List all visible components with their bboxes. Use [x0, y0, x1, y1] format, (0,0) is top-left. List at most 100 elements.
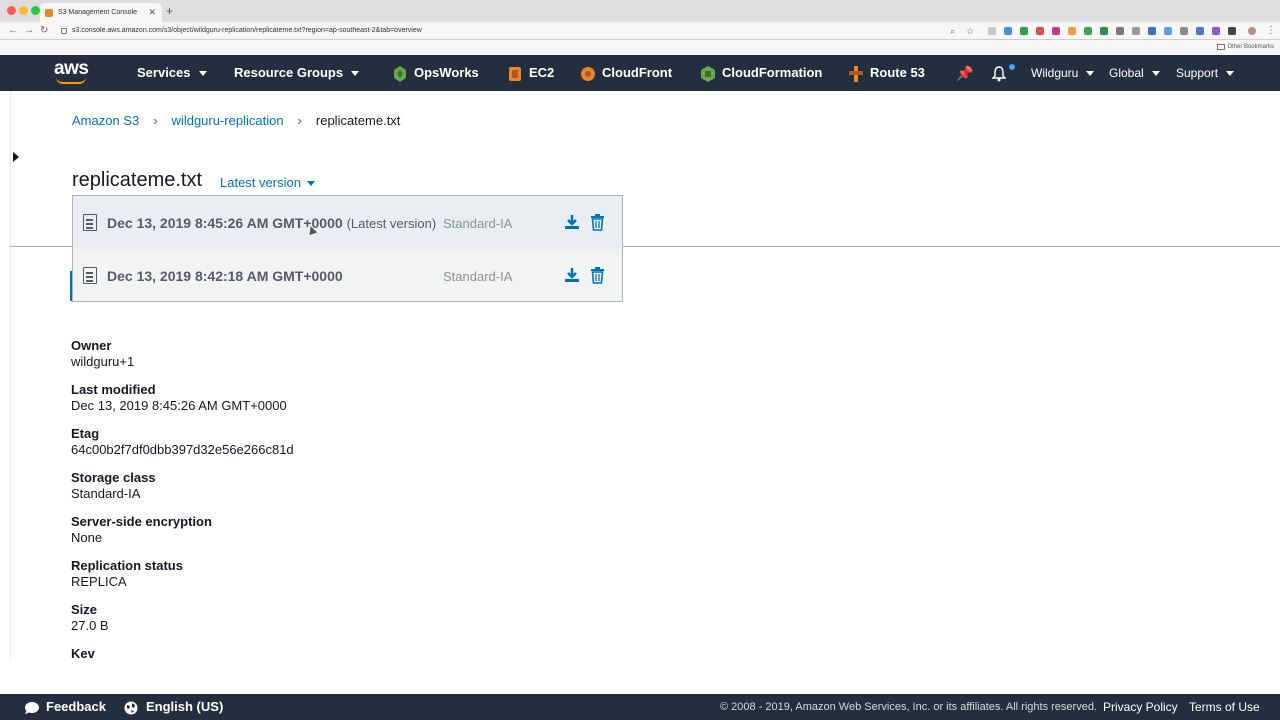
breadcrumb-bucket[interactable]: wildguru-replication [172, 113, 284, 128]
extension-icon[interactable] [1084, 27, 1092, 35]
shortcut-opsworks[interactable]: OpsWorks [392, 55, 479, 91]
extension-icon[interactable] [988, 27, 996, 35]
browser-tab[interactable]: S3 Management Console ✕ [40, 3, 162, 22]
property-label: Owner [71, 338, 112, 353]
version-date: Dec 13, 2019 8:45:26 AM GMT+0000 (Latest… [107, 215, 436, 231]
services-menu[interactable]: Services [137, 55, 207, 91]
globe-icon [124, 701, 138, 715]
s3-favicon-icon [45, 9, 53, 17]
search-icon[interactable]: ⌕ [950, 24, 955, 38]
version-selector-label: Latest version [220, 175, 301, 190]
chevron-down-icon [1151, 71, 1160, 77]
pin-icon[interactable]: 📌 [956, 55, 973, 91]
extension-icon[interactable] [1132, 27, 1140, 35]
extension-icon[interactable] [1068, 27, 1076, 35]
opsworks-icon [394, 65, 406, 82]
minimize-window-button[interactable] [19, 6, 28, 15]
other-bookmarks[interactable]: Other Bookmarks [1217, 43, 1274, 52]
page-title: replicateme.txt [72, 169, 203, 191]
property-size: Size 27.0 B [71, 602, 109, 633]
property-value: 27.0 B [71, 618, 109, 633]
shortcut-ec2[interactable]: EC2 [507, 55, 554, 91]
cloudformation-icon [701, 65, 715, 82]
feedback-link[interactable]: Feedback [24, 694, 106, 720]
ec2-label: EC2 [529, 65, 555, 80]
feedback-label: Feedback [46, 699, 106, 714]
extension-icon[interactable] [1020, 27, 1028, 35]
extension-icon[interactable] [1036, 27, 1044, 35]
bookmark-star-icon[interactable]: ☆ [966, 24, 974, 38]
breadcrumb-amazon-s3[interactable]: Amazon S3 [72, 113, 139, 128]
version-selector[interactable]: Latest version [220, 175, 315, 190]
back-icon[interactable]: ← [8, 24, 18, 38]
account-menu[interactable]: Wildguru [1031, 55, 1095, 91]
resource-groups-menu[interactable]: Resource Groups [234, 55, 360, 91]
reload-icon[interactable]: ↻ [40, 24, 48, 38]
shortcut-cloudformation[interactable]: CloudFormation [700, 55, 822, 91]
document-icon [83, 214, 97, 231]
opsworks-label: OpsWorks [414, 65, 479, 80]
browser-tab-bar: S3 Management Console ✕ + [0, 0, 1280, 22]
region-label: Global [1109, 66, 1144, 80]
download-icon[interactable] [564, 267, 580, 283]
trash-icon[interactable] [590, 267, 605, 284]
breadcrumb: Amazon S3 › wildguru-replication › replicate… [72, 113, 400, 128]
cloudfront-label: CloudFront [602, 65, 673, 80]
shortcut-route53[interactable]: Route 53 [848, 55, 925, 91]
language-selector[interactable]: English (US) [124, 694, 223, 720]
property-label: Last modified [71, 382, 156, 397]
support-menu[interactable]: Support [1176, 55, 1235, 91]
region-menu[interactable]: Global [1109, 55, 1160, 91]
extension-icon[interactable] [1148, 27, 1156, 35]
browser-menu-icon[interactable]: ⋮ [1266, 24, 1276, 38]
extension-icon[interactable] [1228, 27, 1236, 35]
property-label: Kev [71, 646, 95, 661]
property-storage-class: Storage class Standard-IA [71, 470, 156, 501]
property-label: Size [71, 602, 98, 617]
sidebar-toggle-icon[interactable] [13, 152, 19, 162]
breadcrumb-separator-icon: › [297, 113, 302, 128]
extension-icon[interactable] [1164, 27, 1172, 35]
property-value: Dec 13, 2019 8:45:26 AM GMT+0000 [71, 398, 287, 413]
close-window-button[interactable] [7, 6, 16, 15]
property-value: None [71, 530, 103, 545]
cloudfront-icon [581, 66, 595, 81]
shortcut-cloudfront[interactable]: CloudFront [580, 55, 672, 91]
extension-icon[interactable] [1100, 27, 1108, 35]
other-bookmarks-label: Other Bookmarks [1227, 44, 1274, 50]
aws-top-navigation: aws Services Resource Groups OpsWorks EC… [0, 55, 1280, 91]
version-dropdown-menu: Dec 13, 2019 8:45:26 AM GMT+0000 (Latest… [72, 195, 623, 302]
account-label: Wildguru [1031, 66, 1079, 80]
extension-icon[interactable] [1180, 27, 1188, 35]
trash-icon[interactable] [590, 214, 605, 231]
extension-icon[interactable] [1004, 27, 1012, 35]
chevron-down-icon [1226, 71, 1235, 77]
property-value: 64c00b2f7df0dbb397d32e56e266c81d [71, 442, 294, 457]
property-label: Replication status [71, 558, 183, 573]
extension-icon[interactable] [1196, 27, 1204, 35]
folder-icon [1217, 44, 1226, 50]
extension-icon[interactable] [1116, 27, 1124, 35]
extension-icon[interactable] [1052, 27, 1060, 35]
version-option-latest[interactable]: Dec 13, 2019 8:45:26 AM GMT+0000 (Latest… [73, 196, 622, 249]
tab-close-icon[interactable]: ✕ [148, 3, 156, 22]
version-option[interactable]: Dec 13, 2019 8:42:18 AM GMT+0000 Standar… [73, 249, 622, 302]
zoom-window-button[interactable] [31, 6, 40, 15]
forward-icon[interactable]: → [24, 24, 34, 38]
download-icon[interactable] [564, 214, 580, 230]
privacy-policy-link[interactable]: Privacy Policy [1103, 694, 1178, 720]
terms-of-use-link[interactable]: Terms of Use [1189, 694, 1260, 720]
version-date: Dec 13, 2019 8:42:18 AM GMT+0000 [107, 268, 343, 284]
ec2-icon [509, 66, 521, 81]
new-tab-button[interactable]: + [166, 3, 173, 20]
resource-groups-label: Resource Groups [234, 65, 344, 80]
route53-label: Route 53 [870, 65, 925, 80]
aws-logo[interactable]: aws [54, 59, 89, 84]
property-encryption: Server-side encryption None [71, 514, 212, 545]
extension-icon[interactable] [1212, 27, 1220, 35]
profile-avatar[interactable] [1248, 27, 1256, 35]
bell-icon[interactable] [991, 55, 1007, 91]
property-replication-status: Replication status REPLICA [71, 558, 183, 589]
url-field[interactable]: s3.console.aws.amazon.com/s3/object/wild… [58, 24, 978, 38]
property-last-modified: Last modified Dec 13, 2019 8:45:26 AM GM… [71, 382, 287, 413]
